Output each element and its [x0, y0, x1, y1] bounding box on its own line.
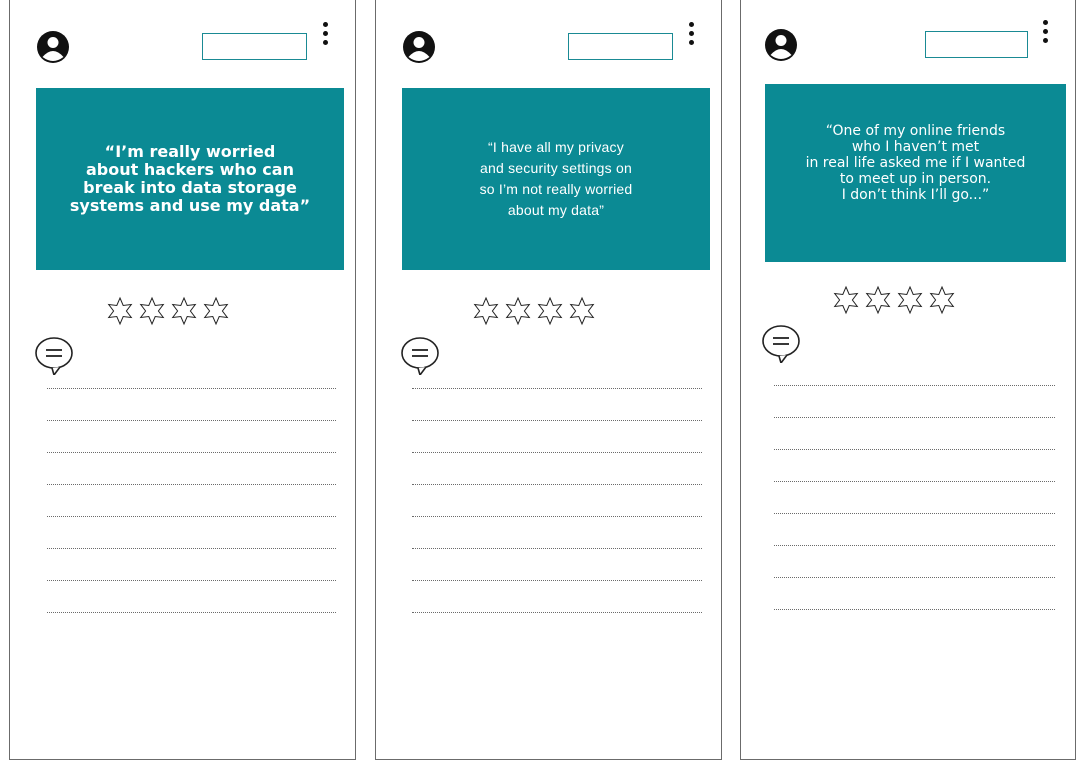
comment-line[interactable]	[47, 388, 336, 389]
star-rating[interactable]	[105, 296, 231, 326]
speech-bubble-icon[interactable]	[398, 335, 442, 375]
comment-line[interactable]	[774, 417, 1055, 418]
comment-lines[interactable]	[412, 388, 702, 618]
quote-card: “I’m really worried about hackers who ca…	[36, 88, 344, 270]
comment-line[interactable]	[774, 577, 1055, 578]
comment-lines[interactable]	[774, 385, 1055, 615]
search-input[interactable]	[568, 33, 673, 60]
speech-bubble-icon[interactable]	[32, 335, 76, 375]
comment-line[interactable]	[774, 481, 1055, 482]
star-outline-icon[interactable]	[169, 296, 199, 326]
comment-line[interactable]	[47, 612, 336, 613]
star-outline-icon[interactable]	[535, 296, 565, 326]
comment-line[interactable]	[47, 484, 336, 485]
comment-line[interactable]	[47, 580, 336, 581]
comment-line[interactable]	[412, 484, 702, 485]
star-outline-icon[interactable]	[137, 296, 167, 326]
more-vertical-icon[interactable]	[1040, 20, 1050, 50]
comment-lines[interactable]	[47, 388, 336, 618]
star-outline-icon[interactable]	[927, 285, 957, 315]
comment-line[interactable]	[774, 385, 1055, 386]
comment-line[interactable]	[47, 452, 336, 453]
star-outline-icon[interactable]	[105, 296, 135, 326]
phone-screen-1: “I’m really worried about hackers who ca…	[9, 0, 356, 760]
comment-line[interactable]	[412, 548, 702, 549]
quote-card: “One of my online friends who I haven’t …	[765, 84, 1066, 262]
star-outline-icon[interactable]	[831, 285, 861, 315]
more-vertical-icon[interactable]	[686, 22, 696, 52]
phone-screen-2: “I have all my privacy and security sett…	[375, 0, 722, 760]
phone-screen-3: “One of my online friends who I haven’t …	[740, 0, 1076, 760]
star-outline-icon[interactable]	[471, 296, 501, 326]
quote-card: “I have all my privacy and security sett…	[402, 88, 710, 270]
star-outline-icon[interactable]	[503, 296, 533, 326]
star-outline-icon[interactable]	[201, 296, 231, 326]
comment-line[interactable]	[774, 449, 1055, 450]
comment-line[interactable]	[774, 609, 1055, 610]
star-outline-icon[interactable]	[863, 285, 893, 315]
search-input[interactable]	[925, 31, 1028, 58]
comment-line[interactable]	[774, 545, 1055, 546]
star-outline-icon[interactable]	[567, 296, 597, 326]
comment-line[interactable]	[412, 580, 702, 581]
comment-line[interactable]	[47, 516, 336, 517]
comment-line[interactable]	[774, 513, 1055, 514]
more-vertical-icon[interactable]	[320, 22, 330, 52]
comment-line[interactable]	[47, 548, 336, 549]
user-profile-icon[interactable]	[764, 28, 798, 62]
user-profile-icon[interactable]	[36, 30, 70, 64]
comment-line[interactable]	[412, 388, 702, 389]
star-rating[interactable]	[471, 296, 597, 326]
speech-bubble-icon[interactable]	[759, 323, 803, 363]
comment-line[interactable]	[412, 612, 702, 613]
comment-line[interactable]	[412, 420, 702, 421]
comment-line[interactable]	[47, 420, 336, 421]
search-input[interactable]	[202, 33, 307, 60]
star-rating[interactable]	[831, 285, 957, 315]
comment-line[interactable]	[412, 452, 702, 453]
comment-line[interactable]	[412, 516, 702, 517]
user-profile-icon[interactable]	[402, 30, 436, 64]
star-outline-icon[interactable]	[895, 285, 925, 315]
